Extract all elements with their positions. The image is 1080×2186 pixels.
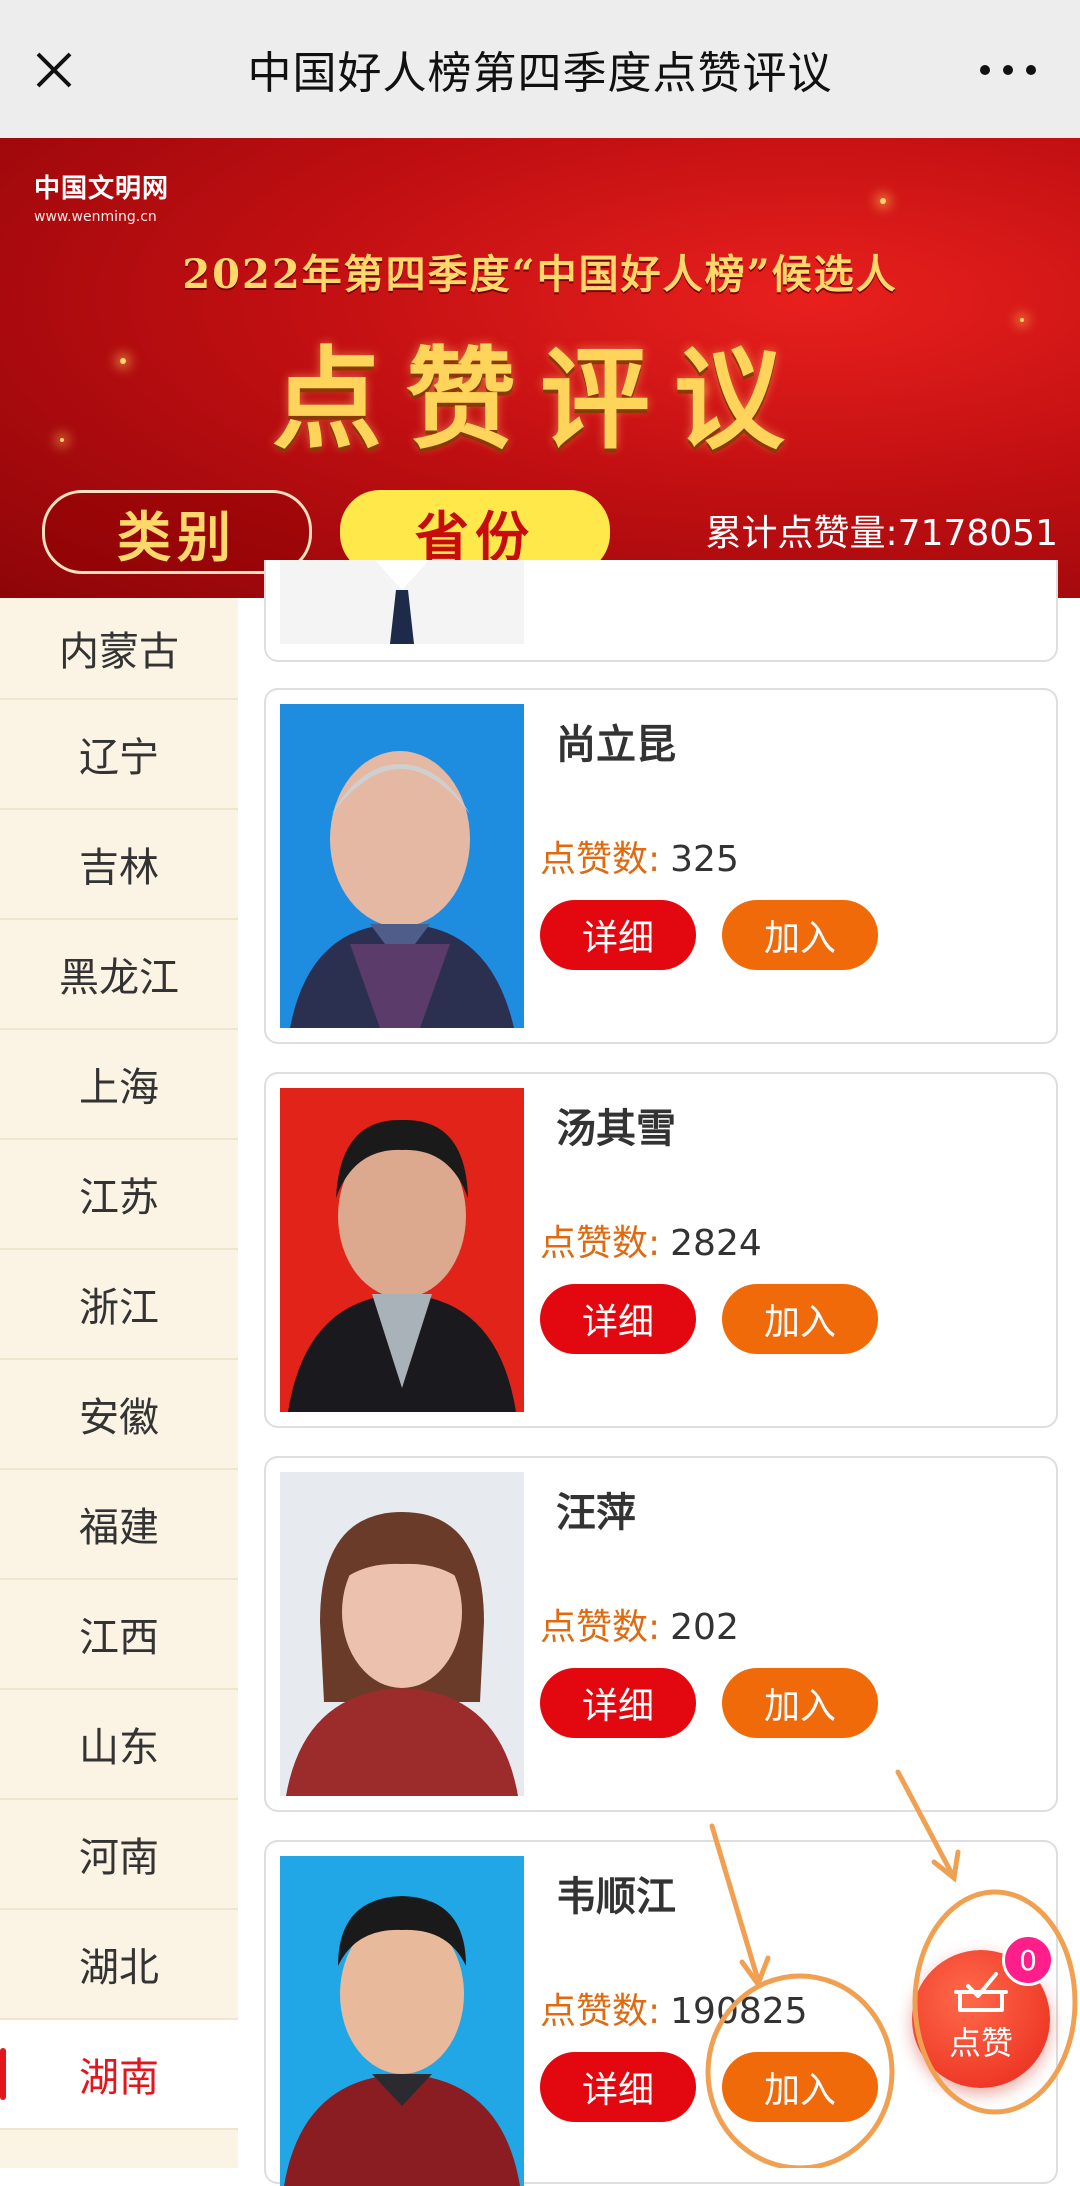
- like-count: 点赞数: 202: [540, 1607, 739, 1648]
- candidate-name: 韦顺江: [556, 1874, 676, 1920]
- title-bar: 中国好人榜第四季度点赞评议: [0, 0, 1080, 138]
- candidate-card-partial: [264, 560, 1058, 662]
- sidebar-item[interactable]: 江西: [0, 1580, 238, 1690]
- more-icon[interactable]: [980, 50, 1036, 90]
- detail-button[interactable]: 详细: [540, 2052, 696, 2122]
- candidate-photo: [280, 1472, 524, 1796]
- province-sidebar: 内蒙古 辽宁 吉林 黑龙江 上海 江苏 浙江 安徽 福建 江西 山东 河南 湖北…: [0, 598, 238, 2168]
- banner-headline: 2022年第四季度“中国好人榜”候选人: [182, 251, 898, 298]
- candidate-name: 尚立昆: [556, 722, 676, 768]
- sidebar-item-active[interactable]: 湖南: [0, 2020, 238, 2130]
- sidebar-item[interactable]: 湖北: [0, 1910, 238, 2020]
- candidate-name: 汪萍: [556, 1490, 636, 1536]
- like-count: 点赞数: 325: [540, 839, 739, 880]
- detail-button[interactable]: 详细: [540, 1284, 696, 1354]
- like-count-badge: 0: [1002, 1934, 1054, 1986]
- detail-button[interactable]: 详细: [540, 900, 696, 970]
- banner-title: 点赞评议: [272, 335, 808, 464]
- candidate-card: 尚立昆 点赞数: 325 详细 加入: [264, 688, 1058, 1044]
- floating-like-label: 点赞: [948, 2024, 1013, 2062]
- like-count: 点赞数: 2824: [540, 1223, 762, 1264]
- candidate-photo: [280, 560, 524, 644]
- sidebar-item[interactable]: 江苏: [0, 1140, 238, 1250]
- sidebar-item[interactable]: 安徽: [0, 1360, 238, 1470]
- sidebar-item[interactable]: 内蒙古: [0, 598, 238, 700]
- vote-box-icon: [954, 1972, 1008, 2012]
- detail-button[interactable]: 详细: [540, 1668, 696, 1738]
- candidate-photo: [280, 1088, 524, 1412]
- header-banner: 中国文明网 www.wenming.cn 2022年第四季度“中国好人榜”候选人…: [0, 138, 1080, 598]
- total-likes: 累计点赞量:7178051: [705, 513, 1058, 554]
- join-button[interactable]: 加入: [722, 2052, 878, 2122]
- close-icon[interactable]: [34, 50, 74, 90]
- join-button[interactable]: 加入: [722, 900, 878, 970]
- sidebar-item[interactable]: 辽宁: [0, 700, 238, 810]
- candidate-photo: [280, 1856, 524, 2186]
- join-button[interactable]: 加入: [722, 1284, 878, 1354]
- candidate-card: 汤其雪 点赞数: 2824 详细 加入: [264, 1072, 1058, 1428]
- candidate-photo: [280, 704, 524, 1028]
- candidate-card: 汪萍 点赞数: 202 详细 加入: [264, 1456, 1058, 1812]
- sidebar-item[interactable]: 吉林: [0, 810, 238, 920]
- floating-like-button[interactable]: 点赞 0: [912, 1934, 1054, 2088]
- sidebar-item[interactable]: 山东: [0, 1690, 238, 1800]
- join-button[interactable]: 加入: [722, 1668, 878, 1738]
- sidebar-item[interactable]: 河南: [0, 1800, 238, 1910]
- candidate-name: 汤其雪: [556, 1106, 676, 1152]
- sidebar-item[interactable]: 福建: [0, 1470, 238, 1580]
- page-title: 中国好人榜第四季度点赞评议: [247, 48, 833, 99]
- sidebar-item[interactable]: 浙江: [0, 1250, 238, 1360]
- sidebar-item[interactable]: 上海: [0, 1030, 238, 1140]
- wenming-logo: 中国文明网 www.wenming.cn: [34, 174, 170, 225]
- like-count: 点赞数: 190825: [540, 1991, 808, 2032]
- sidebar-item[interactable]: 黑龙江: [0, 920, 238, 1030]
